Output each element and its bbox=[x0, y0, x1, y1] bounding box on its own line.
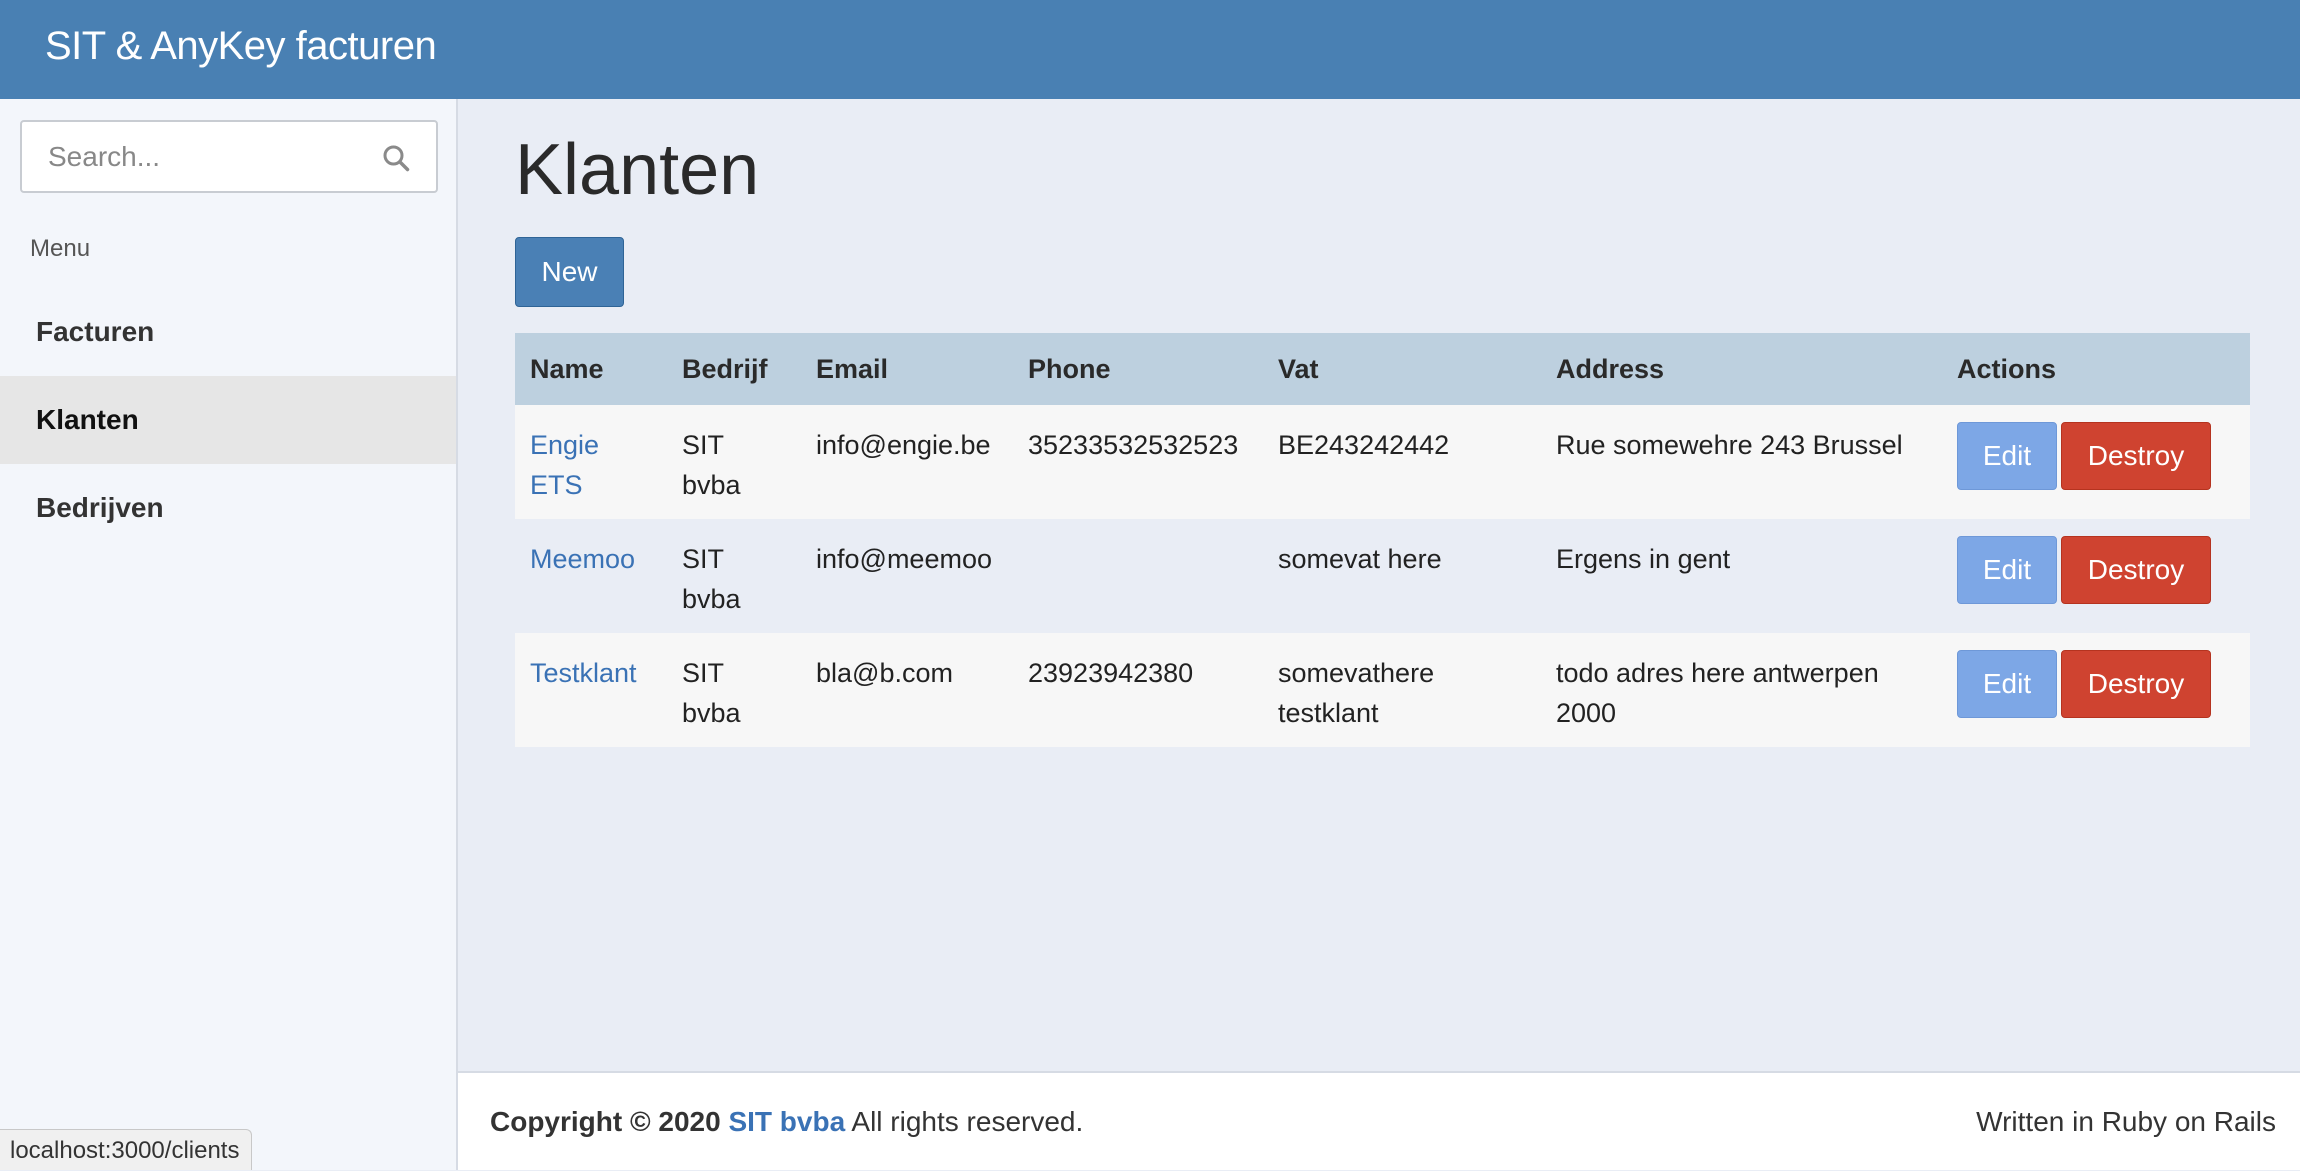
cell-phone: 23923942380 bbox=[1013, 633, 1263, 747]
app-title[interactable]: SIT & AnyKey facturen bbox=[45, 24, 437, 69]
edit-button[interactable]: Edit bbox=[1957, 650, 2057, 718]
destroy-button[interactable]: Destroy bbox=[2061, 422, 2211, 490]
column-header-vat[interactable]: Vat bbox=[1263, 333, 1541, 405]
column-header-address[interactable]: Address bbox=[1541, 333, 1942, 405]
rights-text: All rights reserved. bbox=[851, 1106, 1084, 1137]
column-header-actions: Actions bbox=[1942, 333, 2250, 405]
destroy-button[interactable]: Destroy bbox=[2061, 536, 2211, 604]
column-header-email[interactable]: Email bbox=[801, 333, 1013, 405]
cell-phone bbox=[1013, 519, 1263, 633]
new-client-button[interactable]: New bbox=[515, 237, 624, 307]
cell-address: todo adres here antwerpen 2000 bbox=[1541, 633, 1942, 747]
edit-button[interactable]: Edit bbox=[1957, 536, 2057, 604]
table-row: Testklant SIT bvba bla@b.com 23923942380… bbox=[515, 633, 2250, 747]
cell-actions: Edit Destroy bbox=[1942, 633, 2250, 747]
cell-name: Engie ETS bbox=[515, 405, 667, 519]
sidebar-item-klanten[interactable]: Klanten bbox=[0, 376, 456, 464]
column-header-phone[interactable]: Phone bbox=[1013, 333, 1263, 405]
cell-name: Meemoo bbox=[515, 519, 667, 633]
edit-button[interactable]: Edit bbox=[1957, 422, 2057, 490]
table-row: Meemoo SIT bvba info@meemoo somevat here… bbox=[515, 519, 2250, 633]
cell-actions: Edit Destroy bbox=[1942, 519, 2250, 633]
footer: Copyright © 2020 SIT bvba All rights res… bbox=[458, 1071, 2300, 1170]
search-input[interactable] bbox=[22, 122, 362, 191]
destroy-button[interactable]: Destroy bbox=[2061, 650, 2211, 718]
search-icon[interactable] bbox=[382, 144, 410, 172]
cell-bedrijf: SIT bvba bbox=[667, 633, 801, 747]
footer-written-in: Written in Ruby on Rails bbox=[1976, 1106, 2276, 1137]
sidebar-item-bedrijven[interactable]: Bedrijven bbox=[0, 464, 456, 552]
cell-vat: BE243242442 bbox=[1263, 405, 1541, 519]
client-name-link[interactable]: Engie ETS bbox=[530, 430, 599, 500]
page-title: Klanten bbox=[515, 130, 760, 210]
cell-address: Ergens in gent bbox=[1541, 519, 1942, 633]
clients-table: Name Bedrijf Email Phone Vat Address Act… bbox=[515, 333, 2250, 747]
column-header-name[interactable]: Name bbox=[515, 333, 667, 405]
cell-email: info@meemoo bbox=[801, 519, 1013, 633]
table-header-row: Name Bedrijf Email Phone Vat Address Act… bbox=[515, 333, 2250, 405]
sidebar: Menu Facturen Klanten Bedrijven bbox=[0, 99, 458, 1170]
cell-phone: 35233532532523 bbox=[1013, 405, 1263, 519]
cell-vat: somevat here bbox=[1263, 519, 1541, 633]
menu-header: Menu bbox=[30, 235, 91, 262]
client-name-link[interactable]: Testklant bbox=[530, 658, 637, 688]
search-box bbox=[20, 120, 438, 193]
company-link[interactable]: SIT bvba bbox=[728, 1106, 845, 1137]
table-row: Engie ETS SIT bvba info@engie.be 3523353… bbox=[515, 405, 2250, 519]
cell-name: Testklant bbox=[515, 633, 667, 747]
status-url-bar: localhost:3000/clients bbox=[0, 1129, 253, 1170]
copyright-text: Copyright © 2020 bbox=[490, 1106, 721, 1137]
footer-copyright: Copyright © 2020 SIT bvba All rights res… bbox=[490, 1106, 1083, 1138]
cell-address: Rue somewehre 243 Brussel bbox=[1541, 405, 1942, 519]
cell-email: bla@b.com bbox=[801, 633, 1013, 747]
sidebar-item-facturen[interactable]: Facturen bbox=[0, 288, 456, 376]
cell-bedrijf: SIT bvba bbox=[667, 519, 801, 633]
client-name-link[interactable]: Meemoo bbox=[530, 544, 635, 574]
top-navbar: SIT & AnyKey facturen bbox=[0, 0, 2300, 99]
cell-email: info@engie.be bbox=[801, 405, 1013, 519]
cell-actions: Edit Destroy bbox=[1942, 405, 2250, 519]
cell-bedrijf: SIT bvba bbox=[667, 405, 801, 519]
column-header-bedrijf[interactable]: Bedrijf bbox=[667, 333, 801, 405]
cell-vat: somevathere testklant bbox=[1263, 633, 1541, 747]
